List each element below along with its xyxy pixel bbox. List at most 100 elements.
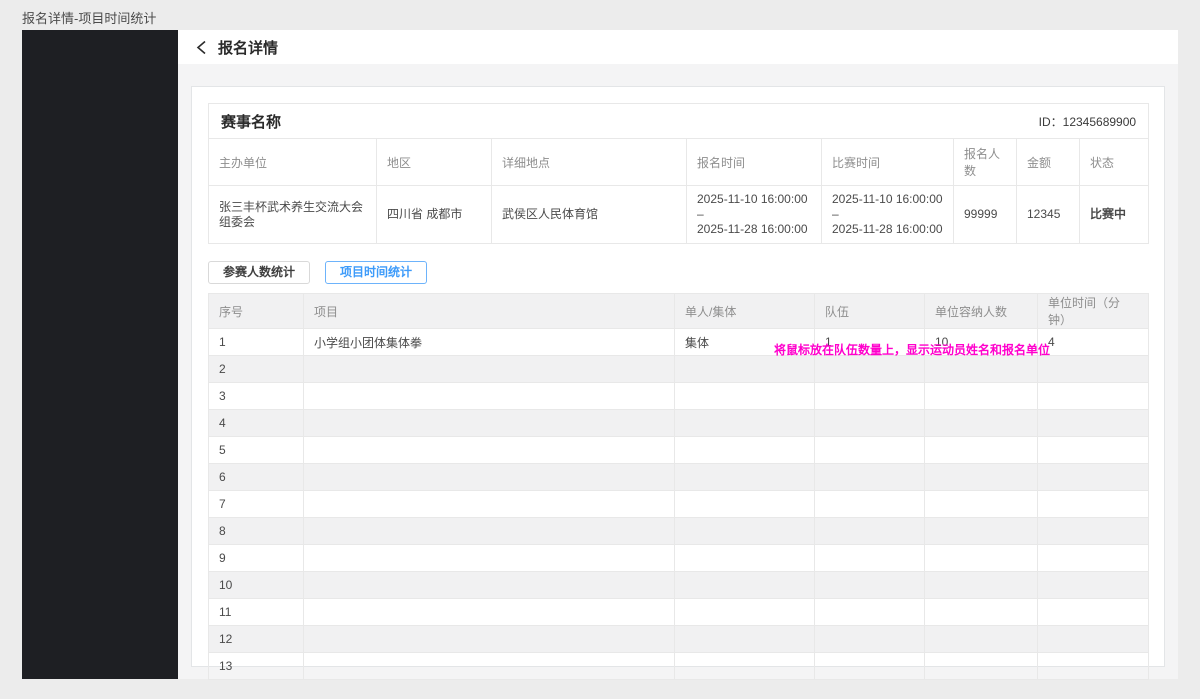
table-cell: 1 (209, 329, 304, 356)
main-content: 报名详情 赛事名称 ID：12345689900 主办单 (178, 30, 1178, 679)
tab-bar: 参赛人数统计 项目时间统计 (208, 261, 1148, 284)
table-cell (925, 599, 1038, 626)
table-cell: 2 (209, 356, 304, 383)
table-cell (304, 491, 675, 518)
app-window: 报名详情 赛事名称 ID：12345689900 主办单 (22, 30, 1178, 679)
table-cell (675, 626, 815, 653)
table-row: 6 (209, 464, 1149, 491)
signup-count-cell: 99999 (954, 186, 1017, 244)
page-title: 报名详情-项目时间统计 (22, 8, 156, 27)
event-name: 赛事名称 (221, 111, 281, 132)
table-cell (1038, 599, 1149, 626)
column-header: 金额 (1017, 139, 1080, 186)
topbar: 报名详情 (178, 30, 1178, 64)
column-header: 详细地点 (492, 139, 687, 186)
table-cell (1038, 491, 1149, 518)
table-cell (815, 545, 925, 572)
table-cell (675, 599, 815, 626)
table-cell: 4 (209, 410, 304, 437)
table-cell (675, 653, 815, 680)
table-cell (815, 356, 925, 383)
table-cell (815, 653, 925, 680)
column-header: 项目 (304, 294, 675, 329)
table-cell (304, 653, 675, 680)
table-cell (675, 464, 815, 491)
table-row: 2 (209, 356, 1149, 383)
column-header: 状态 (1080, 139, 1149, 186)
table-cell: 6 (209, 464, 304, 491)
organizer-cell: 张三丰杯武术养生交流大会组委会 (209, 186, 377, 244)
table-cell: 3 (209, 383, 304, 410)
table-cell (1038, 464, 1149, 491)
table-cell (925, 437, 1038, 464)
table-cell (815, 599, 925, 626)
table-cell (304, 599, 675, 626)
table-cell: 7 (209, 491, 304, 518)
table-cell (815, 383, 925, 410)
event-info-table: 赛事名称 ID：12345689900 主办单位 地区 详细地点 报名时间 比赛… (208, 103, 1149, 244)
table-cell (815, 518, 925, 545)
table-cell: 9 (209, 545, 304, 572)
topbar-title: 报名详情 (218, 37, 278, 58)
table-cell (1038, 545, 1149, 572)
table-cell (675, 491, 815, 518)
table-cell (1038, 518, 1149, 545)
event-value-row: 张三丰杯武术养生交流大会组委会 四川省 成都市 武侯区人民体育馆 2025-11… (209, 186, 1149, 244)
table-row: 9 (209, 545, 1149, 572)
table-cell: 4 (1038, 329, 1149, 356)
back-chevron-icon (196, 40, 207, 55)
table-cell (925, 410, 1038, 437)
table-cell (675, 437, 815, 464)
table-cell (675, 545, 815, 572)
status-badge: 比赛中 (1080, 186, 1149, 244)
table-cell (925, 572, 1038, 599)
tab-participant-count[interactable]: 参赛人数统计 (208, 261, 310, 284)
table-cell (675, 518, 815, 545)
table-cell (925, 383, 1038, 410)
table-cell: 集体 (675, 329, 815, 356)
table-cell (675, 572, 815, 599)
table-cell (1038, 383, 1149, 410)
table-cell: 8 (209, 518, 304, 545)
table-cell (925, 464, 1038, 491)
table-cell (304, 464, 675, 491)
table-row: 13 (209, 653, 1149, 680)
table-row: 8 (209, 518, 1149, 545)
back-button[interactable] (196, 40, 207, 55)
table-cell (1038, 626, 1149, 653)
team-count-cell[interactable]: 1 (815, 329, 925, 356)
table-row: 11 (209, 599, 1149, 626)
table-cell: 12 (209, 626, 304, 653)
table-cell (815, 572, 925, 599)
column-header: 单位时间（分钟） (1038, 294, 1149, 329)
event-id: ID：12345689900 (1039, 113, 1136, 130)
table-row: 12 (209, 626, 1149, 653)
region-cell: 四川省 成都市 (377, 186, 492, 244)
table-cell (925, 545, 1038, 572)
table-cell: 5 (209, 437, 304, 464)
table-row: 10 (209, 572, 1149, 599)
table-cell (815, 491, 925, 518)
column-header: 序号 (209, 294, 304, 329)
table-cell (304, 518, 675, 545)
table-row: 5 (209, 437, 1149, 464)
signup-time-cell: 2025-11-10 16:00:00 – 2025-11-28 16:00:0… (687, 186, 822, 244)
column-header: 单人/集体 (675, 294, 815, 329)
table-cell (1038, 653, 1149, 680)
table-cell (675, 356, 815, 383)
table-cell: 11 (209, 599, 304, 626)
table-cell (1038, 572, 1149, 599)
column-header: 地区 (377, 139, 492, 186)
table-cell (925, 626, 1038, 653)
sidebar (22, 30, 178, 679)
table-cell (304, 410, 675, 437)
table-cell (815, 437, 925, 464)
tab-project-time[interactable]: 项目时间统计 (325, 261, 427, 284)
table-cell (304, 356, 675, 383)
event-header-row: 主办单位 地区 详细地点 报名时间 比赛时间 报名人数 金额 状态 (209, 139, 1149, 186)
table-cell (304, 437, 675, 464)
stats-header-row: 序号项目单人/集体队伍单位容纳人数单位时间（分钟） (209, 294, 1149, 329)
table-cell (1038, 410, 1149, 437)
table-cell (925, 653, 1038, 680)
table-cell (675, 383, 815, 410)
